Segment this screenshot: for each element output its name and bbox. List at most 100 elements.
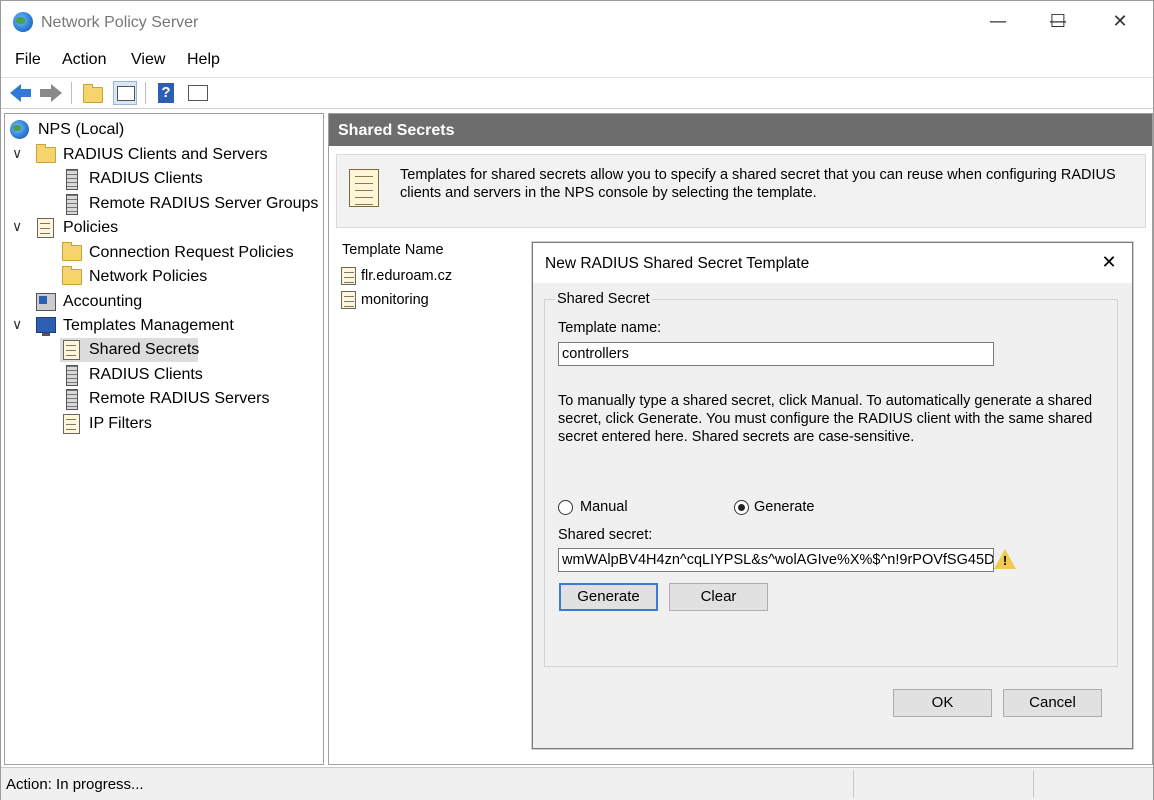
chevron-down-icon[interactable]: ∨ xyxy=(12,146,22,162)
tree-label: Network Policies xyxy=(89,268,208,285)
toolbar-separator xyxy=(145,82,146,104)
tree-label: Shared Secrets xyxy=(89,341,200,358)
tree-label: RADIUS Clients xyxy=(89,170,203,187)
server-group-icon xyxy=(66,194,78,215)
server-icon xyxy=(66,365,78,386)
folder-icon xyxy=(62,266,82,285)
folder-icon xyxy=(36,144,56,163)
tree-item-templates-management[interactable]: ∨ Templates Management xyxy=(5,314,321,338)
generate-button[interactable]: Generate xyxy=(559,583,658,611)
tree-label: Policies xyxy=(63,219,119,236)
manual-radio-label[interactable]: Manual xyxy=(580,499,628,515)
close-icon: ✕ xyxy=(1112,11,1128,32)
scroll-document-icon xyxy=(349,169,379,207)
tree-item-remote-radius-server-groups[interactable]: Remote RADIUS Server Groups xyxy=(5,192,321,216)
list-item[interactable]: monitoring xyxy=(341,290,501,310)
column-header-template-name[interactable]: Template Name xyxy=(342,242,444,258)
template-document-icon xyxy=(341,291,356,309)
list-item[interactable]: flr.eduroam.cz xyxy=(341,266,501,286)
app-window: Network Policy Server — ☐ ✕ — File Actio… xyxy=(0,0,1154,800)
menu-file[interactable]: File xyxy=(15,51,41,69)
tree-item-network-policies[interactable]: Network Policies xyxy=(5,265,321,289)
ip-filter-icon xyxy=(63,414,80,434)
template-name-label: Template name: xyxy=(558,320,662,336)
generate-radio-label[interactable]: Generate xyxy=(754,499,814,515)
status-separator xyxy=(853,770,854,798)
back-button[interactable] xyxy=(9,81,33,105)
forward-button[interactable] xyxy=(39,81,63,105)
shared-secret-label: Shared secret: xyxy=(558,527,653,543)
accounting-icon xyxy=(36,293,56,311)
tree-label: NPS (Local) xyxy=(38,121,125,138)
tree-item-radius-clients-and-servers[interactable]: ∨ RADIUS Clients and Servers xyxy=(5,143,321,167)
tree-item-connection-request-policies[interactable]: Connection Request Policies xyxy=(5,241,321,265)
chevron-down-icon[interactable]: ∨ xyxy=(12,219,22,235)
policy-document-icon xyxy=(37,218,54,238)
tree-label: IP Filters xyxy=(89,415,152,432)
tree-label: RADIUS Clients and Servers xyxy=(63,146,268,163)
tree-item-policies[interactable]: ∨ Policies xyxy=(5,216,321,240)
template-document-icon xyxy=(341,267,356,285)
group-label: Shared Secret xyxy=(555,291,652,307)
tree-item-accounting[interactable]: Accounting xyxy=(5,290,321,314)
shared-secret-input[interactable]: wmWAlpBV4H4zn^cqLIYPSL&s^wolAGIve%X%$^n!… xyxy=(558,548,994,572)
tree-item-templates-radius-clients[interactable]: RADIUS Clients xyxy=(5,363,321,387)
up-folder-icon xyxy=(83,84,103,103)
console-tree: NPS (Local) ∨ RADIUS Clients and Servers… xyxy=(4,113,324,765)
menu-bar: File Action View Help xyxy=(1,45,1153,75)
new-shared-secret-dialog: New RADIUS Shared Secret Template ✕ Shar… xyxy=(532,242,1133,749)
close-icon: ✕ xyxy=(1101,252,1117,273)
status-separator xyxy=(1033,770,1034,798)
warning-icon: ! xyxy=(994,549,1016,571)
tree-item-radius-clients[interactable]: RADIUS Clients xyxy=(5,167,321,191)
close-window-button[interactable]: ✕ xyxy=(1097,5,1143,39)
templates-management-icon xyxy=(36,317,56,336)
server-icon xyxy=(66,169,78,190)
ok-button[interactable]: OK xyxy=(893,689,992,717)
pane-title: Shared Secrets xyxy=(338,122,455,139)
template-name-input[interactable]: controllers xyxy=(558,342,994,366)
maximize-icon: ☐ xyxy=(1049,11,1067,32)
tree-label: Connection Request Policies xyxy=(89,244,294,261)
clear-button[interactable]: Clear xyxy=(669,583,768,611)
status-bar: Action: In progress... xyxy=(1,767,1153,800)
tree-item-nps-local[interactable]: NPS (Local) xyxy=(5,118,321,142)
chevron-down-icon[interactable]: ∨ xyxy=(12,317,22,333)
menu-action[interactable]: Action xyxy=(62,51,106,69)
dialog-close-button[interactable]: ✕ xyxy=(1094,249,1124,277)
tree-item-remote-radius-servers[interactable]: Remote RADIUS Servers xyxy=(5,387,321,411)
nps-globe-icon xyxy=(13,12,33,32)
dialog-title-bar: New RADIUS Shared Secret Template ✕ xyxy=(533,243,1132,283)
tree-item-shared-secrets[interactable]: Shared Secrets xyxy=(60,338,200,362)
show-hide-tree-icon xyxy=(117,86,135,101)
generate-radio[interactable] xyxy=(734,500,749,515)
maximize-button[interactable]: ☐ xyxy=(1035,5,1081,39)
show-hide-console-tree-button[interactable] xyxy=(113,81,137,105)
toolbar: ? xyxy=(1,77,1153,109)
tree-label: Remote RADIUS Servers xyxy=(89,390,270,407)
cancel-button[interactable]: Cancel xyxy=(1003,689,1102,717)
menu-view[interactable]: View xyxy=(131,51,165,69)
menu-help[interactable]: Help xyxy=(187,51,220,69)
show-hide-action-pane-icon xyxy=(188,85,208,101)
help-icon: ? xyxy=(158,83,174,103)
list-item-label: flr.eduroam.cz xyxy=(361,268,453,284)
show-hide-action-pane-button[interactable] xyxy=(185,81,209,105)
folder-icon xyxy=(62,242,82,261)
nps-globe-icon xyxy=(10,120,29,139)
tree-label: Templates Management xyxy=(63,317,234,334)
info-box: Templates for shared secrets allow you t… xyxy=(336,154,1146,228)
tree-label: RADIUS Clients xyxy=(89,366,203,383)
shared-secret-icon xyxy=(63,340,80,360)
instructions-text: To manually type a shared secret, click … xyxy=(558,393,1093,445)
status-text: Action: In progress... xyxy=(6,776,144,793)
up-one-level-button[interactable] xyxy=(81,81,105,105)
manual-radio[interactable] xyxy=(558,500,573,515)
shared-secret-group: Shared Secret Template name: controllers… xyxy=(544,291,1118,667)
help-button[interactable]: ? xyxy=(155,81,179,105)
info-text: Templates for shared secrets allow you t… xyxy=(400,167,1116,201)
minimize-window-button[interactable]: — xyxy=(975,5,1021,39)
tree-label: Remote RADIUS Server Groups xyxy=(89,195,319,212)
tree-item-ip-filters[interactable]: IP Filters xyxy=(5,412,321,436)
window-title: Network Policy Server xyxy=(41,14,199,31)
